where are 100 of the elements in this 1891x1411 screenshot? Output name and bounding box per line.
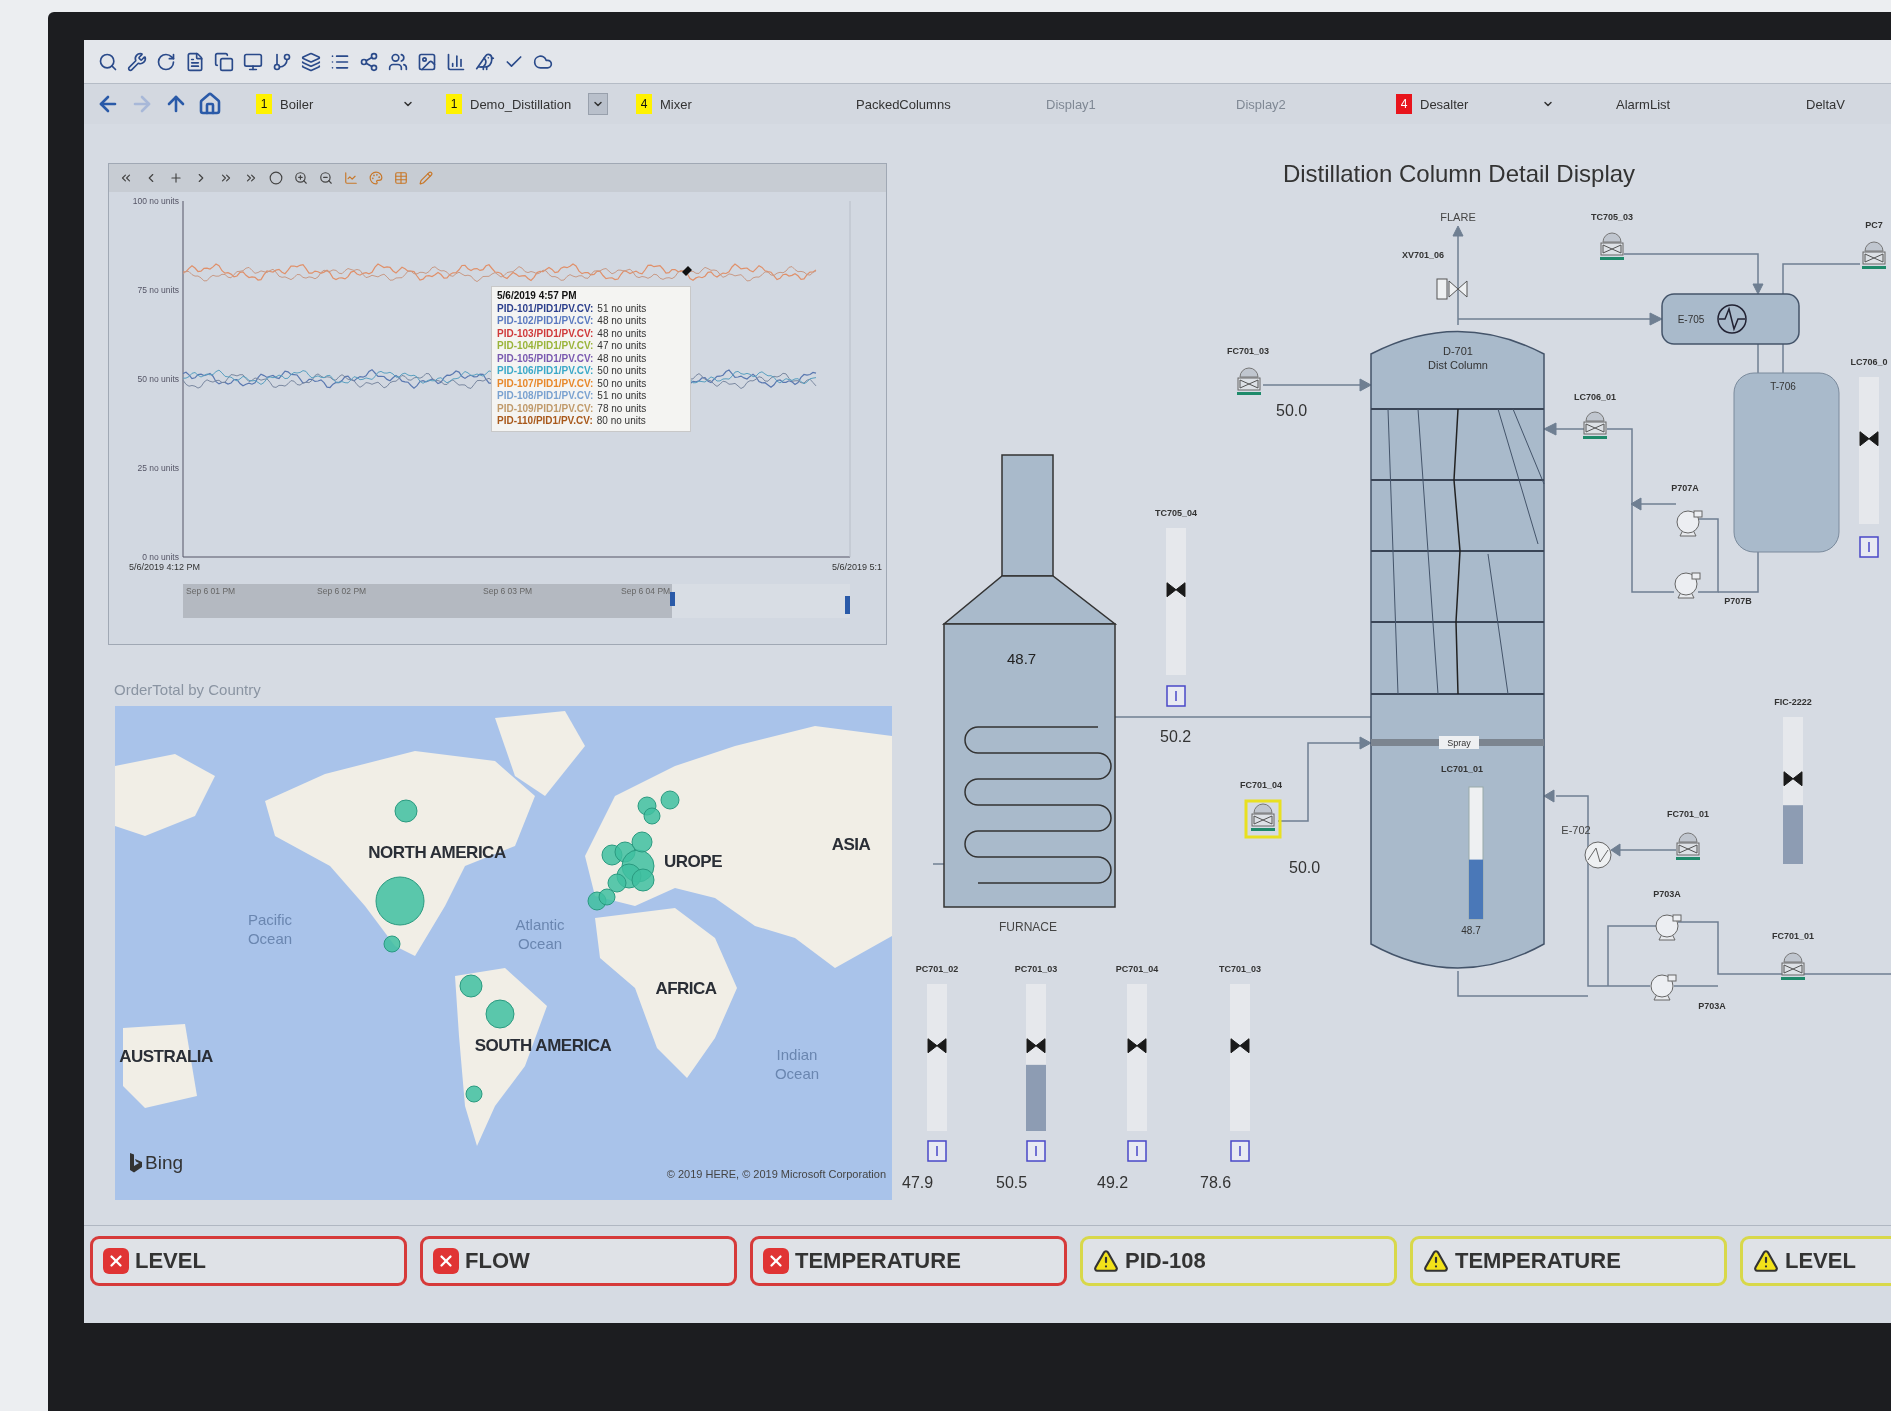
series-tag: PID-106/PID1/PV.CV: (497, 365, 594, 378)
control-valve-icon[interactable] (1237, 367, 1261, 395)
faceplate-icon[interactable] (1166, 685, 1186, 707)
flow-arrow (1543, 422, 1585, 436)
series-tag: PID-102/PID1/PV.CV: (497, 315, 594, 328)
series-tag: PID-101/PID1/PV.CV: (497, 302, 594, 315)
series-tag: PID-104/PID1/PV.CV: (497, 340, 594, 353)
dot-icon[interactable] (269, 171, 283, 185)
series-tag: PID-109/PID1/PV.CV: (497, 402, 594, 415)
faceplate-icon[interactable] (1859, 536, 1879, 558)
users-icon[interactable] (388, 51, 408, 72)
control-valve-icon[interactable] (1583, 411, 1607, 439)
share-icon[interactable] (359, 51, 379, 72)
axis-tick-label: 0 no units (142, 552, 179, 562)
valve-icon[interactable] (1859, 431, 1879, 447)
valve-icon[interactable] (1166, 582, 1186, 598)
display-tab[interactable]: 4 Desalter (1396, 93, 1576, 115)
bird-icon[interactable] (475, 51, 495, 72)
alarm-count-badge: 4 (636, 94, 652, 114)
map-label: AUSTRALIA (119, 1046, 213, 1068)
axis-tick-label: 50 no units (137, 374, 179, 384)
copy-icon[interactable] (214, 51, 234, 72)
slider-track[interactable] (1230, 984, 1250, 1131)
alarm-button[interactable]: FLOW (420, 1236, 737, 1286)
faceplate-icon[interactable] (927, 1140, 947, 1162)
display-tab[interactable]: 1 Boiler (256, 93, 436, 115)
alarm-button[interactable]: LEVEL (90, 1236, 407, 1286)
wrench-icon[interactable] (127, 51, 147, 72)
valve-icon[interactable] (1127, 1038, 1147, 1054)
equipment-label: FLARE (1440, 211, 1476, 223)
faceplate-icon[interactable] (1127, 1140, 1147, 1162)
plus-icon[interactable] (169, 171, 183, 185)
valve-icon[interactable] (1230, 1038, 1250, 1054)
tag-label: LC706_0 (1850, 357, 1888, 367)
display-name: Display2 (1236, 96, 1286, 112)
alarm-button[interactable]: TEMPERATURE (750, 1236, 1067, 1286)
axis-tick-label: 100 no units (132, 196, 179, 206)
layers-icon[interactable] (301, 51, 321, 72)
dropdown-caret-icon[interactable] (588, 93, 608, 115)
control-valve-icon[interactable] (1781, 952, 1805, 980)
search-icon[interactable] (98, 51, 118, 72)
tag-label: TC701_03 (1219, 964, 1261, 974)
slider-track[interactable] (1859, 377, 1879, 524)
world-map[interactable]: NORTH AMERICA UROPE ASIA Pacific Ocean Atlantic Ocean AFRICA SOUTH AMERICA AUSTRALIA Indian Ocean Bing © 2019 HERE, © 2019 Microsoft Corporation (115, 706, 892, 1200)
error-icon (763, 1248, 789, 1274)
fast-forward-icon[interactable] (244, 171, 258, 185)
tag-label: P707B (1724, 596, 1752, 606)
series-value: 47 no units (597, 340, 647, 353)
control-valve-icon[interactable] (1862, 241, 1886, 269)
zoom-in-icon[interactable] (294, 171, 308, 185)
alarm-button[interactable]: TEMPERATURE (1410, 1236, 1727, 1286)
faceplate-icon[interactable] (1026, 1140, 1046, 1162)
bar-chart-icon[interactable] (446, 51, 466, 72)
valve-icon[interactable] (1783, 771, 1803, 787)
bing-logo-icon (129, 1153, 143, 1173)
tag-label: FC701_01 (1772, 931, 1814, 941)
refresh-icon[interactable] (156, 51, 176, 72)
faceplate-icon[interactable] (1230, 1140, 1250, 1162)
slider-track[interactable] (1166, 528, 1186, 675)
value-label: 78.6 (1200, 1174, 1232, 1191)
display-tab[interactable]: AlarmList (1586, 96, 1766, 112)
control-valve-icon[interactable] (1600, 232, 1624, 260)
map-label: Pacific Ocean (246, 911, 294, 949)
map-label: NORTH AMERICA (368, 842, 506, 864)
map-label: UROPE (664, 851, 722, 873)
zoom-out-icon[interactable] (319, 171, 333, 185)
slider-track[interactable] (1127, 984, 1147, 1131)
map-label: Atlantic Ocean (514, 916, 566, 954)
slider-track[interactable] (927, 984, 947, 1131)
branch-icon[interactable] (272, 51, 292, 72)
equipment-label: D-701 (1443, 345, 1473, 357)
tag-label: PC701_04 (1115, 964, 1159, 974)
home-icon[interactable] (198, 92, 222, 116)
display-tab[interactable]: PackedColumns (826, 96, 1006, 112)
control-valve-icon[interactable] (1244, 799, 1282, 839)
alarm-button[interactable]: PID-108 (1080, 1236, 1397, 1286)
document-icon[interactable] (185, 51, 205, 72)
image-icon[interactable] (417, 51, 437, 72)
time-navigator[interactable] (183, 584, 850, 618)
pump-icon (1676, 510, 1703, 537)
display-tab[interactable]: DeltaV (1776, 96, 1891, 112)
pump-icon (1655, 914, 1682, 941)
tag-label: P703A (1653, 889, 1681, 899)
tag-label: P703A (1698, 1001, 1726, 1011)
display-tab[interactable]: 4 Mixer (636, 94, 816, 114)
double-left-arrow-icon[interactable] (119, 171, 133, 185)
display-tab[interactable]: 1 Demo_Distillation (446, 93, 626, 115)
navigator-label: Sep 6 04 PM (621, 586, 671, 596)
slider-track[interactable] (1026, 984, 1046, 1131)
slider-track[interactable] (1783, 717, 1803, 864)
alarm-button[interactable]: LEVEL (1740, 1236, 1891, 1286)
display-name: AlarmList (1616, 96, 1671, 112)
spray-tag (1439, 736, 1479, 749)
monitor-icon[interactable] (243, 51, 263, 72)
series-value: 50 no units (597, 377, 647, 390)
valve-icon[interactable] (1026, 1038, 1046, 1054)
series-value: 48 no units (597, 327, 647, 340)
valve-icon[interactable] (927, 1038, 947, 1054)
series-value: 51 no units (597, 390, 647, 403)
control-valve-icon[interactable] (1676, 832, 1700, 860)
